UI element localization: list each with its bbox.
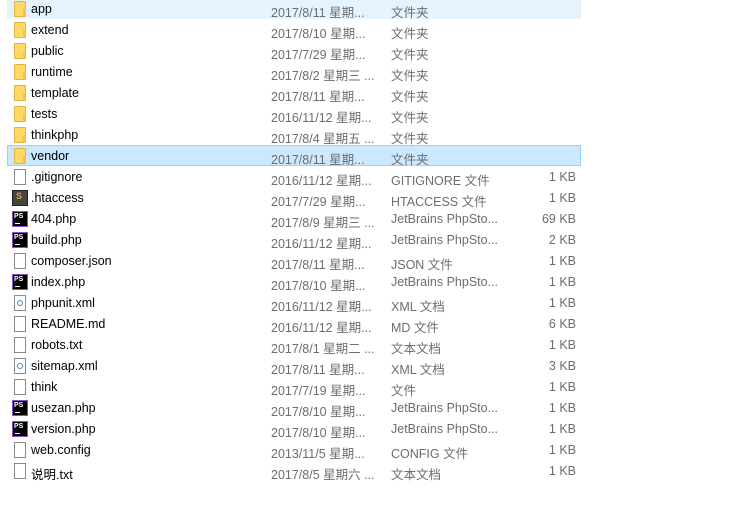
file-size: 1 KB [548,380,576,394]
file-icon [14,442,26,458]
file-size: 1 KB [548,170,576,184]
file-name: template [31,86,79,100]
file-row[interactable]: think 2017/7/19 星期... 文件 1 KB [7,376,581,398]
file-name: 说明.txt [31,468,73,482]
file-row[interactable]: public 2017/7/29 星期... 文件夹 [7,40,581,62]
file-row[interactable]: vendor 2017/8/11 星期... 文件夹 [7,145,581,167]
file-name: thinkphp [31,128,79,142]
file-name: .gitignore [31,170,83,184]
file-row[interactable]: .htaccess2017/7/29 星期...HTACCESS 文件1 KB [7,187,581,209]
file-size: 1 KB [548,338,576,352]
phpstorm-file-icon: PS [12,232,28,248]
file-icon [14,379,26,395]
file-type: JetBrains PhpSto... [391,401,499,415]
folder-icon [14,1,26,17]
file-row[interactable]: PS usezan.php 2017/8/10 星期... JetBrains Php… [7,397,581,419]
file-row[interactable]: composer.json 2017/8/11 星期... JSON 文件 1 KB [7,250,581,272]
file-row[interactable]: README.md 2016/11/12 星期... MD 文件 6 KB [7,313,581,335]
file-size: 3 KB [548,359,576,373]
file-row[interactable]: 说明.txt 2017/8/5 星期六 ... 文本文档 1 KB [7,460,581,482]
file-row[interactable]: app 2017/8/11 星期... 文件夹 [7,0,581,20]
file-type: JetBrains PhpSto... [391,233,499,247]
phpstorm-file-icon: PS [12,400,28,416]
file-row[interactable]: PS 404.php 2017/8/9 星期三 ... JetBrains PhpSt… [7,208,581,230]
file-name: 404.php [31,212,77,226]
file-size: 2 KB [548,233,576,247]
sublime-file-icon [12,190,28,206]
folder-icon [14,148,26,164]
file-name: robots.txt [31,338,83,352]
file-row[interactable]: PS version.php 2017/8/10 星期... JetBrains Ph… [7,418,581,440]
file-size: 6 KB [548,317,576,331]
file-name: web.config [31,443,91,457]
file-row[interactable]: extend 2017/8/10 星期... 文件夹 [7,19,581,41]
file-row[interactable]: runtime 2017/8/2 星期三 ... 文件夹 [7,61,581,83]
file-name: extend [31,23,69,37]
file-size: 1 KB [548,443,576,457]
file-name: vendor [31,149,70,163]
file-icon [14,463,26,479]
file-name: README.md [31,317,106,331]
phpstorm-file-icon: PS [12,211,28,227]
file-name: tests [31,107,58,121]
file-name: public [31,44,64,58]
file-row[interactable]: template 2017/8/11 星期... 文件夹 [7,82,581,104]
file-row[interactable]: web.config 2013/11/5 星期... CONFIG 文件 1 KB [7,439,581,461]
file-size: 69 KB [541,212,576,226]
file-size: 1 KB [548,422,576,436]
file-size: 1 KB [548,191,576,205]
file-name: index.php [31,275,86,289]
phpstorm-file-icon: PS [12,421,28,437]
folder-icon [14,22,26,38]
file-row[interactable]: PS index.php 2017/8/10 星期... JetBrains PhpS… [7,271,581,293]
phpstorm-file-icon: PS [12,274,28,290]
xml-file-icon [14,295,26,311]
file-size: 1 KB [548,464,576,478]
file-type: 文本文档 [391,468,442,482]
file-list: app 2017/8/11 星期... 文件夹 extend 2017/8/10 星期.… [0,0,754,482]
file-icon [14,253,26,269]
file-name: phpunit.xml [31,296,95,310]
file-type: JetBrains PhpSto... [391,212,499,226]
file-name: composer.json [31,254,112,268]
file-name: app [31,2,52,16]
file-type: JetBrains PhpSto... [391,422,499,436]
file-name: sitemap.xml [31,359,98,373]
file-name: think [31,380,58,394]
file-row[interactable]: robots.txt 2017/8/1 星期二 ... 文本文档 1 KB [7,334,581,356]
file-name: usezan.php [31,401,96,415]
file-size: 1 KB [548,401,576,415]
file-name: runtime [31,65,73,79]
file-icon [14,169,26,185]
folder-icon [14,43,26,59]
file-row[interactable]: phpunit.xml 2016/11/12 星期... XML 文档 1 KB [7,292,581,314]
xml-file-icon [14,358,26,374]
file-size: 1 KB [548,275,576,289]
file-date: 2017/8/5 星期六 ... [271,468,375,482]
folder-icon [14,106,26,122]
file-icon [14,337,26,353]
file-row[interactable]: thinkphp 2017/8/4 星期五 ... 文件夹 [7,124,581,146]
folder-icon [14,85,26,101]
file-icon [14,316,26,332]
file-row[interactable]: tests 2016/11/12 星期... 文件夹 [7,103,581,125]
file-row[interactable]: .gitignore 2016/11/12 星期... GITIGNORE 文件 1 … [7,166,581,188]
folder-icon [14,64,26,80]
file-size: 1 KB [548,296,576,310]
folder-icon [14,127,26,143]
file-row[interactable]: sitemap.xml 2017/8/11 星期... XML 文档 3 KB [7,355,581,377]
file-name: version.php [31,422,96,436]
file-size: 1 KB [548,254,576,268]
file-name: build.php [31,233,82,247]
file-type: JetBrains PhpSto... [391,275,499,289]
file-name: .htaccess [31,191,84,205]
file-row[interactable]: PS build.php 2016/11/12 星期... JetBrains Php… [7,229,581,251]
